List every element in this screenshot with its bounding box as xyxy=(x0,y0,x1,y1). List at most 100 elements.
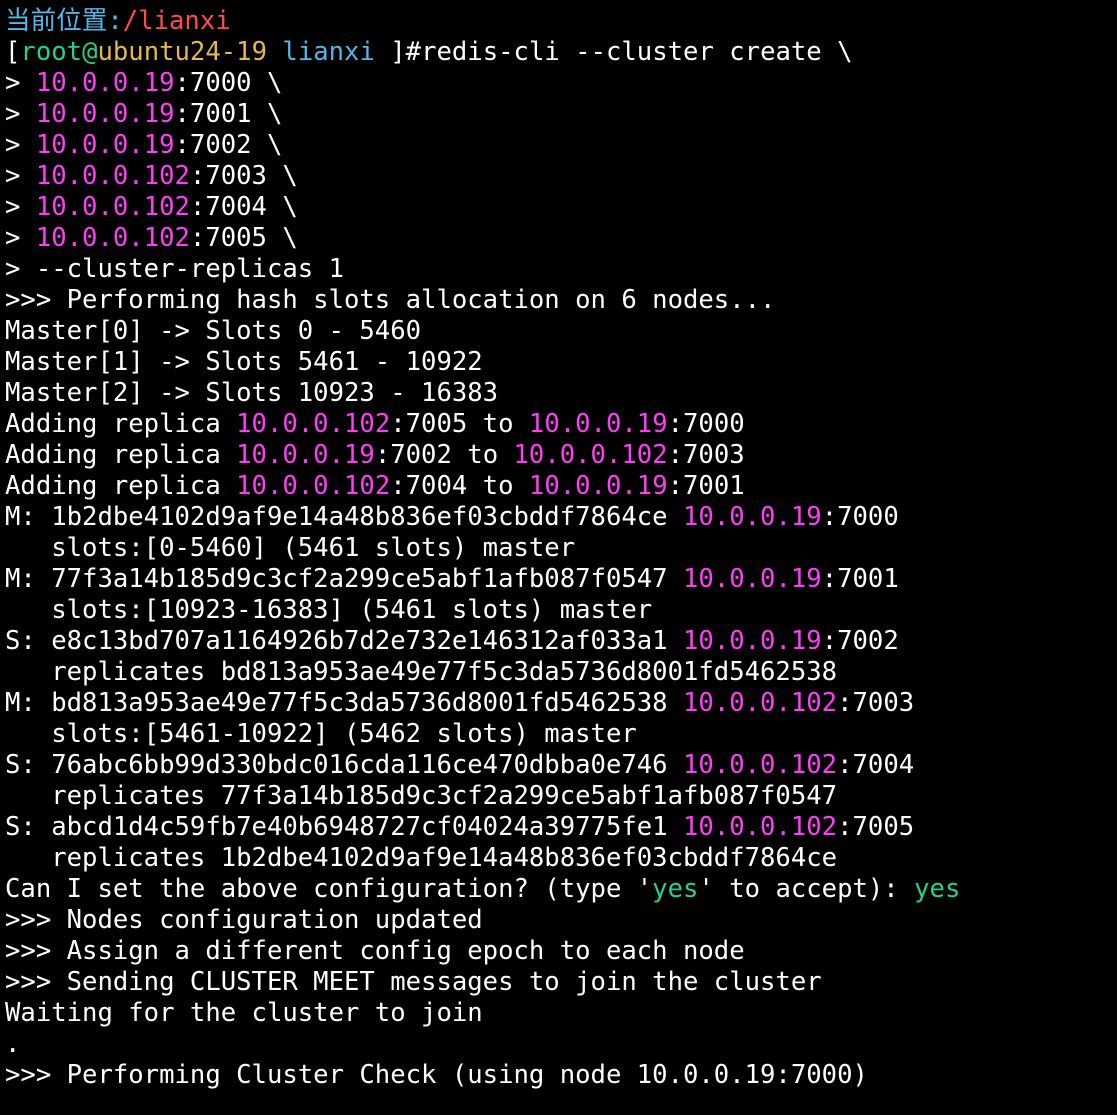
terminal-text: Adding replica xyxy=(5,409,237,439)
terminal-text: Waiting for the cluster to join xyxy=(5,998,483,1028)
terminal-line: S: e8c13bd707a1164926b7d2e732e146312af03… xyxy=(5,626,1117,657)
terminal-line: 当前位置:/lianxi xyxy=(5,6,1117,37)
terminal-text: /lianxi xyxy=(122,6,231,36)
terminal-text: :7000 xyxy=(821,502,899,532)
terminal-text: ' to accept): xyxy=(698,874,915,904)
terminal-line: replicates 77f3a14b185d9c3cf2a299ce5abf1… xyxy=(5,781,1117,812)
terminal-text: @ xyxy=(82,37,98,67)
terminal-text: :7003 xyxy=(837,688,915,718)
terminal-text: Master[0] -> Slots 0 - 5460 xyxy=(5,316,422,346)
terminal-text: Master[1] -> Slots 5461 - 10922 xyxy=(5,347,483,377)
terminal-text: >>> Performing hash slots allocation on … xyxy=(5,285,776,315)
terminal-text: >>> Sending CLUSTER MEET messages to joi… xyxy=(5,967,822,997)
terminal-text: M: 77f3a14b185d9c3cf2a299ce5abf1afb087f0… xyxy=(5,564,683,594)
terminal-line: Adding replica 10.0.0.102:7005 to 10.0.0… xyxy=(5,409,1117,440)
terminal-text: 10.0.0.102 xyxy=(683,688,838,718)
terminal-text: yes xyxy=(914,874,961,904)
terminal-text: > xyxy=(5,161,36,191)
terminal-text: >>> Assign a different config epoch to e… xyxy=(5,936,745,966)
terminal-text: 10.0.0.19 xyxy=(35,99,175,129)
terminal-text: :7000 \ xyxy=(174,68,283,98)
terminal-text: :7003 xyxy=(667,440,745,470)
terminal-text: replicates bd813a953ae49e77f5c3da5736d80… xyxy=(5,657,838,687)
terminal-text: 10.0.0.102 xyxy=(683,812,838,842)
terminal-line: >>> Sending CLUSTER MEET messages to joi… xyxy=(5,967,1117,998)
terminal-text: Adding replica xyxy=(5,440,237,470)
terminal-text: ]#redis-cli --cluster create \ xyxy=(374,37,853,67)
terminal-line: Adding replica 10.0.0.102:7004 to 10.0.0… xyxy=(5,471,1117,502)
terminal-line: Master[1] -> Slots 5461 - 10922 xyxy=(5,347,1117,378)
terminal-text: lianxi xyxy=(282,37,375,67)
terminal-line: replicates 1b2dbe4102d9af9e14a48b836ef03… xyxy=(5,843,1117,874)
terminal-line: Can I set the above configuration? (type… xyxy=(5,874,1117,905)
terminal-text: replicates 77f3a14b185d9c3cf2a299ce5abf1… xyxy=(5,781,838,811)
terminal-text: yes xyxy=(652,874,699,904)
terminal-line: slots:[5461-10922] (5462 slots) master xyxy=(5,719,1117,750)
terminal-line: . xyxy=(5,1029,1117,1060)
terminal-text: >>> Performing Cluster Check (using node… xyxy=(5,1060,868,1090)
terminal-line: >>> Performing Cluster Check (using node… xyxy=(5,1060,1117,1091)
terminal-text: Master[2] -> Slots 10923 - 16383 xyxy=(5,378,499,408)
terminal-text: 10.0.0.19 xyxy=(528,471,668,501)
terminal-text: slots:[10923-16383] (5461 slots) master xyxy=(5,595,653,625)
terminal-line: S: 76abc6bb99d330bdc016cda116ce470dbba0e… xyxy=(5,750,1117,781)
terminal-text: :7001 xyxy=(667,471,745,501)
terminal-text: 10.0.0.102 xyxy=(35,161,190,191)
terminal-text: :7004 to xyxy=(390,471,529,501)
terminal-line: >>> Assign a different config epoch to e… xyxy=(5,936,1117,967)
terminal-text: 10.0.0.19 xyxy=(35,130,175,160)
terminal-text: :7002 \ xyxy=(174,130,283,160)
terminal-text: [ xyxy=(5,37,21,67)
terminal-text: root xyxy=(20,37,83,67)
terminal-text: > xyxy=(5,192,36,222)
terminal-line: Master[2] -> Slots 10923 - 16383 xyxy=(5,378,1117,409)
terminal-text: slots:[0-5460] (5461 slots) master xyxy=(5,533,576,563)
terminal-line: slots:[10923-16383] (5461 slots) master xyxy=(5,595,1117,626)
terminal-text: 10.0.0.102 xyxy=(35,223,190,253)
terminal-output[interactable]: 当前位置:/lianxi [root@ubuntu24-19 lianxi ]#r… xyxy=(0,0,1117,1115)
terminal-text: >>> Nodes configuration updated xyxy=(5,905,483,935)
terminal-text: :7002 xyxy=(821,626,899,656)
terminal-line: Waiting for the cluster to join xyxy=(5,998,1117,1029)
terminal-line: > 10.0.0.19:7001 \ xyxy=(5,99,1117,130)
terminal-text: > xyxy=(5,68,36,98)
terminal-text: 10.0.0.19 xyxy=(528,409,668,439)
terminal-line: replicates bd813a953ae49e77f5c3da5736d80… xyxy=(5,657,1117,688)
terminal-text: M: bd813a953ae49e77f5c3da5736d8001fd5462… xyxy=(5,688,683,718)
terminal-text: :7004 \ xyxy=(189,192,298,222)
terminal-text: 10.0.0.102 xyxy=(513,440,668,470)
terminal-text: :7005 to xyxy=(390,409,529,439)
terminal-line: >>> Performing hash slots allocation on … xyxy=(5,285,1117,316)
terminal-text: S: abcd1d4c59fb7e40b6948727cf04024a39775… xyxy=(5,812,683,842)
terminal-text: :7003 \ xyxy=(189,161,298,191)
terminal-text: M: 1b2dbe4102d9af9e14a48b836ef03cbddf786… xyxy=(5,502,683,532)
terminal-text: 当前位置: xyxy=(5,6,123,36)
terminal-line: > 10.0.0.19:7002 \ xyxy=(5,130,1117,161)
terminal-text: 10.0.0.19 xyxy=(683,626,822,656)
terminal-text: :7005 xyxy=(837,812,915,842)
terminal-line: >>> Nodes configuration updated xyxy=(5,905,1117,936)
terminal-text: 10.0.0.19 xyxy=(236,440,375,470)
terminal-text: 10.0.0.19 xyxy=(683,564,822,594)
terminal-text: :7001 \ xyxy=(174,99,283,129)
terminal-text: replicates 1b2dbe4102d9af9e14a48b836ef03… xyxy=(5,843,838,873)
terminal-line: [root@ubuntu24-19 lianxi ]#redis-cli --c… xyxy=(5,37,1117,68)
terminal-text: ubuntu24-19 xyxy=(97,37,267,67)
terminal-text: :7001 xyxy=(821,564,899,594)
terminal-text: S: 76abc6bb99d330bdc016cda116ce470dbba0e… xyxy=(5,750,683,780)
terminal-text: Adding replica xyxy=(5,471,237,501)
terminal-line: > --cluster-replicas 1 xyxy=(5,254,1117,285)
terminal-line: Adding replica 10.0.0.19:7002 to 10.0.0.… xyxy=(5,440,1117,471)
terminal-text: :7000 xyxy=(667,409,745,439)
terminal-text: 10.0.0.102 xyxy=(35,192,190,222)
terminal-text: > xyxy=(5,130,36,160)
terminal-text: slots:[5461-10922] (5462 slots) master xyxy=(5,719,637,749)
terminal-line: > 10.0.0.102:7004 \ xyxy=(5,192,1117,223)
terminal-line: S: abcd1d4c59fb7e40b6948727cf04024a39775… xyxy=(5,812,1117,843)
terminal-text: > xyxy=(5,99,36,129)
terminal-line: M: 77f3a14b185d9c3cf2a299ce5abf1afb087f0… xyxy=(5,564,1117,595)
terminal-line: > 10.0.0.102:7005 \ xyxy=(5,223,1117,254)
terminal-text: > xyxy=(5,223,36,253)
terminal-text: :7002 to xyxy=(374,440,514,470)
